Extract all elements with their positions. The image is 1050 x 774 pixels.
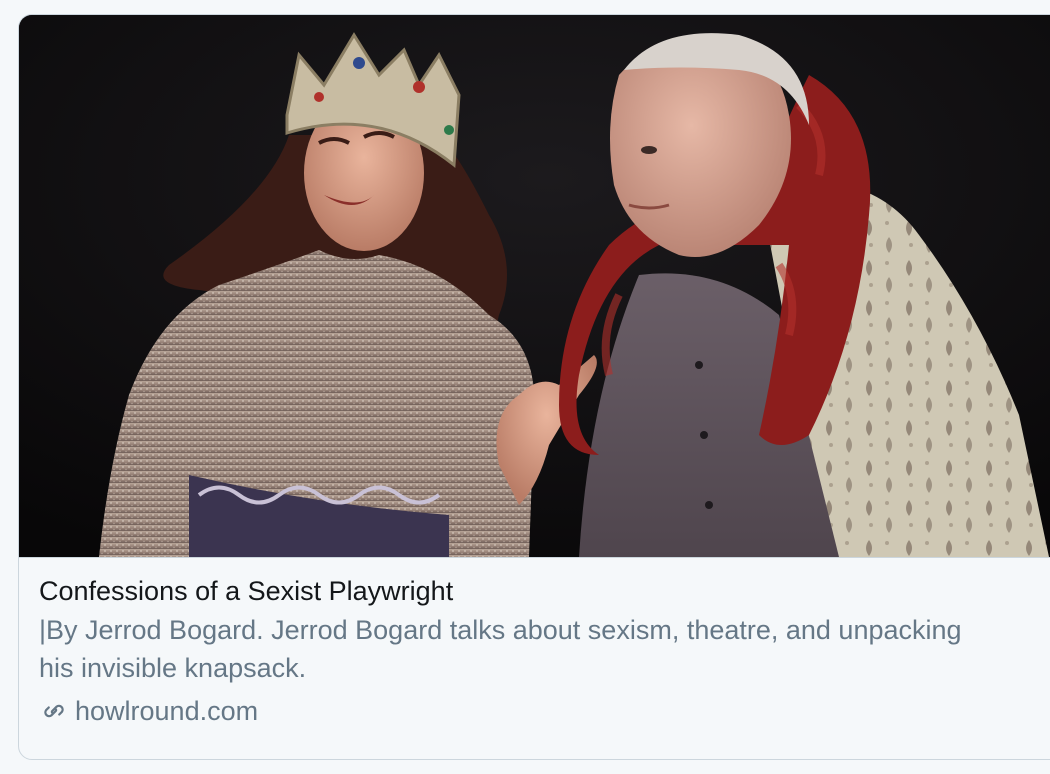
card-content[interactable]: Confessions of a Sexist Playwright |By J… (39, 573, 1029, 731)
link-icon (44, 704, 64, 718)
card-domain[interactable]: howlround.com (75, 691, 258, 731)
card-divider (19, 557, 1050, 558)
card-title[interactable]: Confessions of a Sexist Playwright (39, 573, 1029, 609)
card-domain-row[interactable]: howlround.com (39, 691, 1029, 731)
link-preview-card[interactable]: Confessions of a Sexist Playwright |By J… (18, 14, 1050, 760)
card-image[interactable] (19, 15, 1050, 557)
card-description: |By Jerrod Bogard. Jerrod Bogard talks a… (39, 615, 962, 683)
